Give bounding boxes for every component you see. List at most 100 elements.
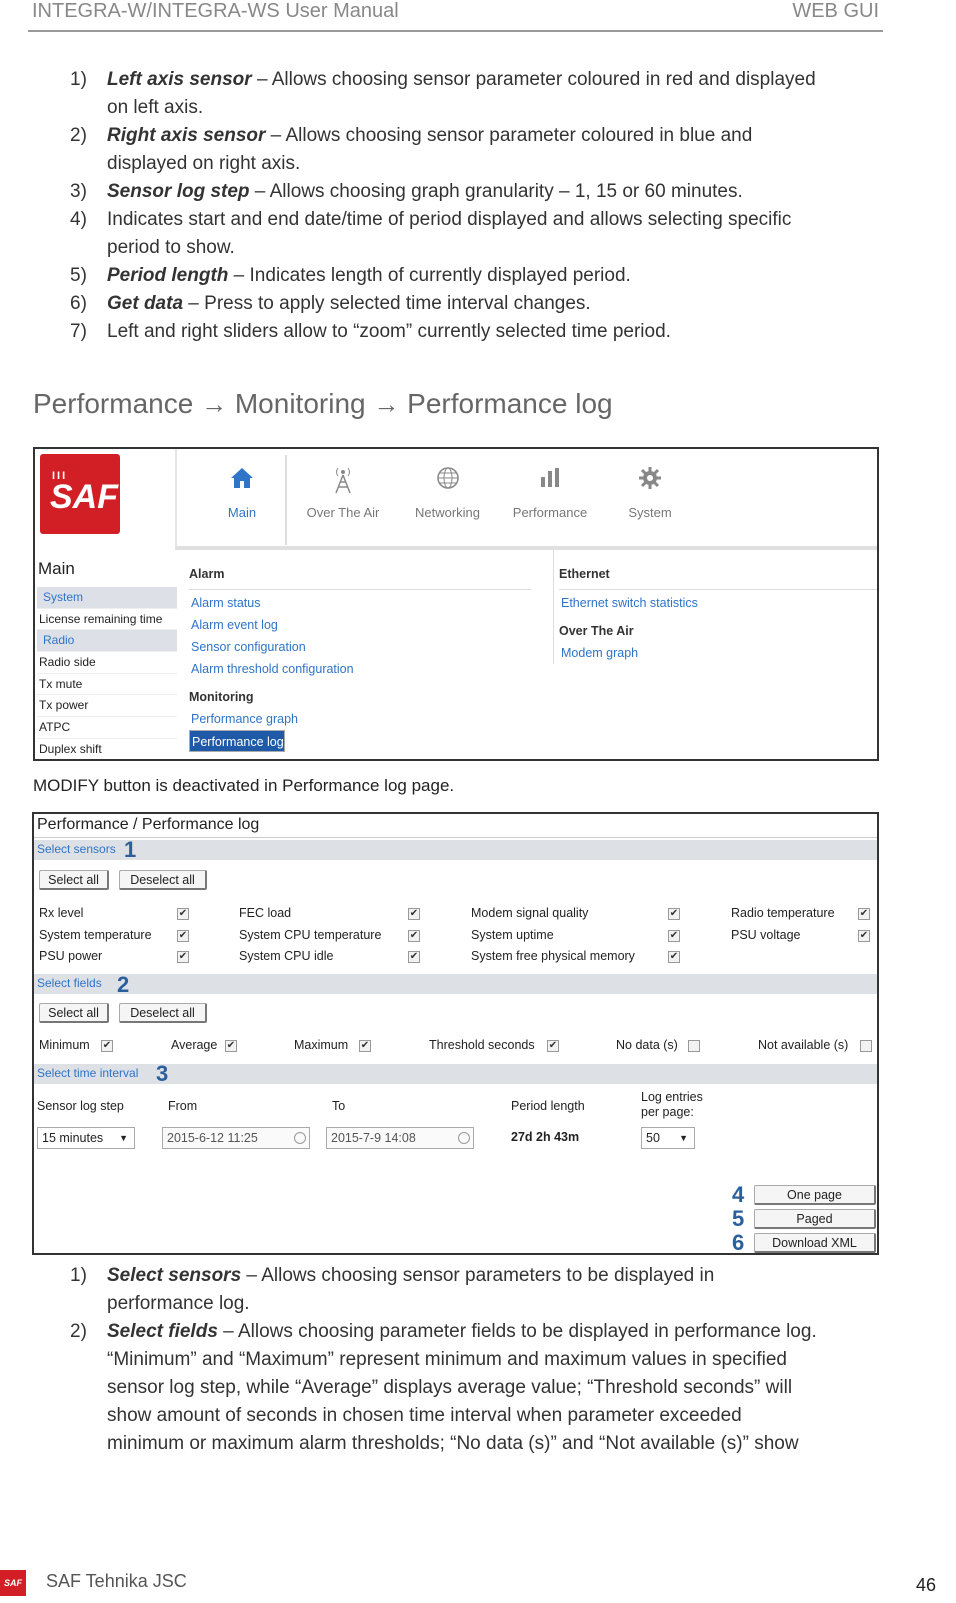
menu-item-modem-graph[interactable]: Modem graph <box>559 642 877 664</box>
tab-label: Main <box>227 505 257 520</box>
divider <box>189 589 531 590</box>
sensor-label: Modem signal quality <box>471 906 589 920</box>
menu-item-alarm-event-log[interactable]: Alarm event log <box>189 614 531 636</box>
sensor-checkbox[interactable]: ✔ <box>177 930 189 942</box>
sensor-checkbox[interactable]: ✔ <box>858 930 870 942</box>
field-label: Maximum <box>294 1038 349 1052</box>
sensor-label: Rx level <box>39 906 84 920</box>
tab-main[interactable]: Main <box>212 455 272 545</box>
menu-screenshot: III SAF Main Over The Air Networking Per… <box>33 447 879 761</box>
sensor-label: System temperature <box>39 928 152 942</box>
list-item: 2) Select fields – Allows choosing parame… <box>70 1318 880 1458</box>
sensor-checkbox[interactable]: ✔ <box>668 930 680 942</box>
download-xml-button[interactable]: Download XML <box>754 1233 876 1253</box>
item-text: “Minimum” and “Maximum” represent minimu… <box>107 1349 787 1370</box>
sensor-checkbox[interactable]: ✔ <box>408 930 420 942</box>
one-page-button[interactable]: One page <box>754 1185 876 1205</box>
gear-icon <box>635 465 665 495</box>
manual-title: INTEGRA-W/INTEGRA-WS User Manual <box>32 0 399 22</box>
heading-part: Performance <box>33 388 202 419</box>
sensor-checkbox[interactable]: ✔ <box>858 908 870 920</box>
item-text: sensor log step, while “Average” display… <box>107 1377 793 1398</box>
heading-part: Monitoring <box>227 388 374 419</box>
sidebar-item[interactable]: License remaining time <box>37 609 177 631</box>
section-title: WEB GUI <box>792 0 879 22</box>
sidebar-item[interactable]: Tx power <box>37 695 177 718</box>
deselect-all-sensors-button[interactable]: Deselect all <box>119 870 207 890</box>
field-checkbox[interactable]: ✔ <box>547 1040 559 1052</box>
item-text: performance log. <box>107 1293 250 1314</box>
sensor-checkbox[interactable]: ✔ <box>408 908 420 920</box>
divider <box>285 455 287 545</box>
item-term: Left axis sensor <box>107 69 252 90</box>
list-item: 1) Select sensors – Allows choosing senso… <box>70 1262 880 1318</box>
sensor-label: System CPU temperature <box>239 928 382 942</box>
paged-button[interactable]: Paged <box>754 1209 876 1229</box>
from-date-input[interactable]: 2015-6-12 11:25 <box>162 1127 310 1149</box>
callout-badge: 2 <box>117 972 130 997</box>
input-value: 2015-6-12 11:25 <box>167 1131 258 1145</box>
sidebar-group: Radio <box>37 630 177 653</box>
item-text: – Allows choosing parameter fields to be… <box>217 1321 817 1342</box>
arrow-right-icon: → <box>201 389 228 419</box>
sidebar-item[interactable]: ATPC <box>37 717 177 739</box>
bar-chart-icon <box>535 465 565 495</box>
tab-networking[interactable]: Networking <box>405 455 490 545</box>
field-checkbox[interactable]: ✔ <box>359 1040 371 1052</box>
page-number: 46 <box>915 1575 936 1595</box>
sidebar-item[interactable]: Duplex shift <box>37 739 177 759</box>
item-number: 2) <box>70 125 87 146</box>
sensor-checkbox[interactable]: ✔ <box>177 951 189 963</box>
antenna-icon <box>328 465 358 495</box>
period-length-label: Period length <box>511 1099 585 1113</box>
tab-system[interactable]: System <box>620 455 680 545</box>
caption: MODIFY button is deactivated in Performa… <box>33 776 455 795</box>
field-label: No data (s) <box>616 1038 678 1052</box>
heading-part: Performance log <box>399 388 613 419</box>
logo-text: SAF <box>50 478 118 516</box>
saf-logo[interactable]: III SAF <box>40 454 120 534</box>
field-checkbox[interactable]: ✔ <box>225 1040 237 1052</box>
sensor-log-step-select[interactable]: 15 minutes ▼ <box>37 1127 135 1149</box>
menu-item-alarm-status[interactable]: Alarm status <box>189 592 531 614</box>
sidebar-item[interactable]: Radio side <box>37 652 177 674</box>
sensor-label: FEC load <box>239 906 292 920</box>
select-all-fields-button[interactable]: Select all <box>39 1003 109 1023</box>
menu-item-alarm-threshold[interactable]: Alarm threshold configuration <box>189 658 531 680</box>
item-number: 4) <box>70 209 87 230</box>
page-title: Performance / Performance log <box>37 816 260 833</box>
sensor-label: System free physical memory <box>471 949 635 963</box>
menu-item-performance-graph[interactable]: Performance graph <box>189 708 531 730</box>
field-checkbox[interactable] <box>860 1040 872 1052</box>
item-text: – Allows choosing graph granularity – 1,… <box>249 181 743 202</box>
section-label: Select fields <box>37 976 102 990</box>
menu-item-ethernet-stats[interactable]: Ethernet switch statistics <box>559 592 877 614</box>
sensor-checkbox[interactable]: ✔ <box>177 908 189 920</box>
field-checkbox[interactable]: ✔ <box>101 1040 113 1052</box>
list-item: 6) Get data – Press to apply selected tim… <box>70 290 880 318</box>
list-item: 5) Period length – Indicates length of cu… <box>70 262 880 290</box>
field-checkbox[interactable] <box>688 1040 700 1052</box>
clock-icon[interactable] <box>294 1132 306 1144</box>
section-label: Select time interval <box>37 1066 139 1080</box>
menu-item-performance-log[interactable]: Performance log <box>189 730 285 752</box>
menu-column: Ethernet Ethernet switch statistics Over… <box>553 550 877 664</box>
log-entries-select[interactable]: 50 ▼ <box>641 1127 695 1149</box>
menu-column: Alarm Alarm status Alarm event log Senso… <box>189 550 531 752</box>
deselect-all-fields-button[interactable]: Deselect all <box>119 1003 207 1023</box>
menu-item-sensor-configuration[interactable]: Sensor configuration <box>189 636 531 658</box>
item-text: – Press to apply selected time interval … <box>183 293 591 314</box>
tab-performance[interactable]: Performance <box>505 455 595 545</box>
sensor-checkbox[interactable]: ✔ <box>408 951 420 963</box>
tab-over-the-air[interactable]: Over The Air <box>298 455 388 545</box>
sensor-checkbox[interactable]: ✔ <box>668 908 680 920</box>
menu-group-title: Over The Air <box>559 624 634 638</box>
clock-icon[interactable] <box>458 1132 470 1144</box>
sidebar-item[interactable]: Tx mute <box>37 674 177 696</box>
divider <box>559 589 877 590</box>
to-date-input[interactable]: 2015-7-9 14:08 <box>326 1127 474 1149</box>
sensor-checkbox[interactable]: ✔ <box>668 951 680 963</box>
sensor-log-step-label: Sensor log step <box>37 1099 124 1113</box>
select-all-sensors-button[interactable]: Select all <box>39 870 109 890</box>
select-value: 50 <box>646 1131 660 1145</box>
